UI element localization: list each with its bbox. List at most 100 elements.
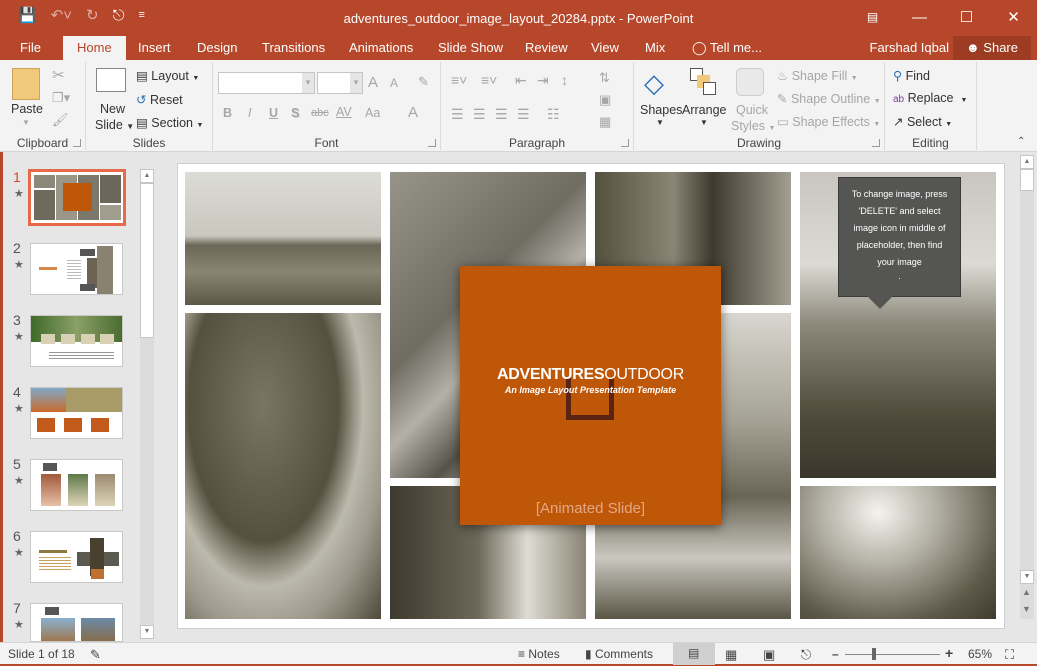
line-spacing-icon[interactable]: ↕ (561, 72, 568, 88)
slide-thumbnail-2[interactable] (30, 243, 123, 295)
minimize-button[interactable]: — (896, 0, 943, 34)
find-button[interactable]: ⚲ Find (893, 68, 930, 83)
scroll-down-icon[interactable]: ▼ (1020, 570, 1034, 584)
new-slide-button[interactable]: Slide ▼ (95, 118, 134, 132)
format-painter-icon[interactable]: 🖌 (52, 112, 69, 128)
slideshow-button[interactable]: ⎋ (801, 647, 811, 663)
grow-font-button[interactable]: A (368, 74, 378, 91)
quick-styles-label[interactable]: Quick (736, 103, 768, 117)
font-launcher[interactable] (428, 139, 436, 147)
maximize-button[interactable]: ☐ (943, 0, 990, 34)
font-color-button[interactable]: A (408, 104, 418, 121)
scroll-thumb[interactable] (140, 183, 154, 338)
tab-home[interactable]: Home (63, 36, 126, 60)
paste-button[interactable]: Paste (11, 102, 43, 116)
photo-placeholder-tree[interactable] (185, 313, 381, 619)
justify-icon[interactable]: ☰ (517, 106, 530, 123)
font-name-input[interactable]: ▼ (218, 72, 315, 94)
ribbon-display-options-icon[interactable]: ▤ (849, 0, 896, 34)
align-center-icon[interactable]: ☰ (473, 106, 486, 123)
tab-mix[interactable]: Mix (645, 36, 665, 60)
instruction-callout[interactable]: To change image, press 'DELETE' and sele… (838, 177, 961, 309)
title-box[interactable]: ADVENTURESOUTDOOR An Image Layout Presen… (460, 266, 721, 525)
shapes-icon[interactable]: ◇ (644, 68, 664, 99)
tab-slide-show[interactable]: Slide Show (438, 36, 503, 60)
zoom-level[interactable]: 65% (968, 647, 992, 661)
clipboard-launcher[interactable] (73, 139, 81, 147)
shadow-button[interactable]: S (291, 106, 299, 120)
user-name[interactable]: Farshad Iqbal (870, 36, 950, 59)
text-direction-icon[interactable]: ⇅ (599, 70, 610, 86)
slide-thumbnail-1[interactable] (28, 169, 126, 226)
align-left-icon[interactable]: ☰ (451, 106, 464, 123)
align-right-icon[interactable]: ☰ (495, 106, 508, 123)
shrink-font-button[interactable]: A (390, 76, 398, 90)
strikethrough-button[interactable]: abc (311, 107, 329, 119)
next-slide-icon[interactable]: ▼ (1022, 604, 1031, 614)
columns-icon[interactable]: ☷ (547, 106, 560, 123)
fit-to-window-icon[interactable]: ⛶ (1005, 647, 1014, 663)
underline-button[interactable]: U (269, 106, 278, 120)
comments-button[interactable]: ▮ Comments (585, 647, 653, 661)
layout-button[interactable]: ▤ Layout ▼ (136, 68, 199, 83)
section-button[interactable]: ▤ Section ▼ (136, 115, 203, 130)
slide-thumbnail-7[interactable] (30, 603, 123, 642)
drawing-launcher[interactable] (872, 139, 880, 147)
reading-view-button[interactable]: ▣ (763, 647, 775, 663)
select-button[interactable]: ↗ Select ▼ (893, 114, 952, 129)
tab-file[interactable]: File (20, 36, 41, 60)
slide-canvas[interactable]: ADVENTURESOUTDOOR An Image Layout Presen… (177, 163, 1005, 629)
cut-icon[interactable]: ✂ (52, 66, 65, 84)
zoom-out-button[interactable]: – (832, 647, 839, 661)
slide-thumbnail-5[interactable] (30, 459, 123, 511)
close-button[interactable]: ✕ (990, 0, 1037, 34)
tab-insert[interactable]: Insert (138, 36, 171, 60)
scroll-up-icon[interactable]: ▲ (1020, 155, 1034, 169)
scroll-down-icon[interactable]: ▼ (140, 625, 154, 639)
font-size-input[interactable]: ▼ (317, 72, 363, 94)
shape-outline-button[interactable]: ✎ Shape Outline ▼ (777, 91, 881, 106)
photo-placeholder-sunset[interactable] (800, 486, 996, 619)
zoom-slider[interactable] (845, 654, 940, 655)
notes-button[interactable]: ≡ Notes (518, 647, 560, 661)
clear-formatting-icon[interactable]: ✎ (418, 74, 429, 90)
replace-button[interactable]: ab Replace ▼ (893, 91, 967, 105)
italic-button[interactable]: I (248, 106, 251, 120)
slide-thumbnail-6[interactable] (30, 531, 123, 583)
copy-icon[interactable]: ❐▾ (52, 90, 70, 106)
tell-me-search[interactable]: ◯ Tell me... (692, 36, 762, 60)
new-slide-label-1[interactable]: New (100, 102, 125, 116)
quick-styles-button[interactable]: Styles ▼ (731, 119, 775, 133)
numbering-icon[interactable]: ≡˅ (481, 72, 497, 88)
smartart-icon[interactable]: ▦ (599, 114, 611, 130)
share-button[interactable]: ☻ Share (953, 36, 1031, 60)
tab-review[interactable]: Review (525, 36, 568, 60)
slide-sorter-button[interactable]: ▦ (725, 647, 737, 663)
zoom-slider-thumb[interactable] (872, 648, 876, 660)
decrease-indent-icon[interactable]: ⇤ (515, 72, 527, 89)
thumbnail-scrollbar[interactable]: ▲ ▼ (140, 169, 154, 639)
chevron-down-icon[interactable]: ▼ (700, 118, 708, 127)
paste-dropdown-icon[interactable]: ▼ (22, 118, 30, 127)
shape-fill-button[interactable]: ♨ Shape Fill ▼ (777, 68, 858, 83)
slide-thumbnail-4[interactable] (30, 387, 123, 439)
arrange-button[interactable]: Arrange (682, 103, 726, 117)
shapes-button[interactable]: Shapes (640, 103, 682, 117)
arrange-icon[interactable] (690, 68, 716, 96)
collapse-ribbon-icon[interactable]: ⌃ (1017, 136, 1025, 147)
scroll-up-icon[interactable]: ▲ (140, 169, 154, 183)
shape-effects-button[interactable]: ▭ Shape Effects ▼ (777, 114, 880, 129)
zoom-in-button[interactable]: + (945, 645, 953, 661)
normal-view-button[interactable]: ▤ (673, 643, 715, 665)
chevron-down-icon[interactable]: ▼ (302, 73, 314, 93)
tab-transitions[interactable]: Transitions (262, 36, 325, 60)
chevron-down-icon[interactable]: ▼ (656, 118, 664, 127)
reset-button[interactable]: ↺ Reset (136, 92, 183, 107)
quick-styles-icon[interactable] (736, 68, 764, 96)
new-slide-icon[interactable] (96, 68, 126, 92)
tab-animations[interactable]: Animations (349, 36, 413, 60)
paragraph-launcher[interactable] (621, 139, 629, 147)
character-spacing-button[interactable]: AV (336, 105, 352, 119)
chevron-down-icon[interactable]: ▼ (350, 73, 362, 93)
slide-thumbnail-3[interactable] (30, 315, 123, 367)
